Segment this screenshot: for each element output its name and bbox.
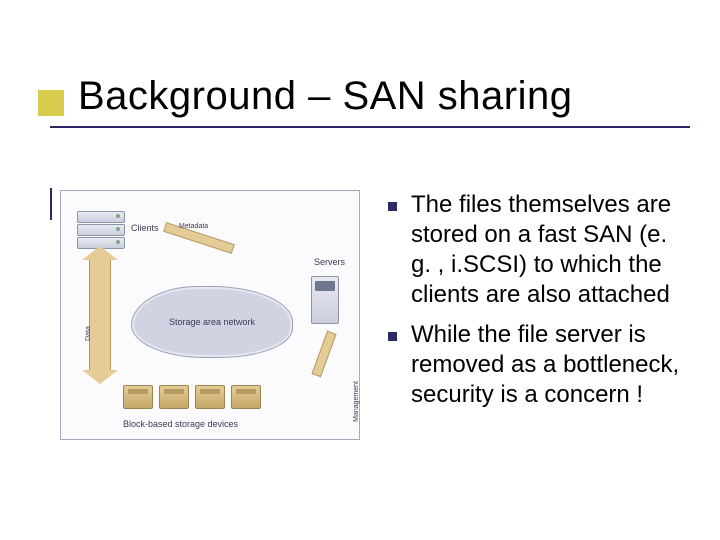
bullet-square-icon: [388, 202, 397, 211]
bullet-square-icon: [388, 332, 397, 341]
bullet-list: The files themselves are stored on a fas…: [360, 190, 680, 510]
server-icon: [311, 276, 339, 324]
bullet-text: While the file server is removed as a bo…: [411, 320, 680, 410]
san-diagram: Clients Data Metadata Storage area netwo…: [60, 190, 360, 440]
data-label: Data: [85, 326, 92, 341]
title-area: Background – SAN sharing: [0, 80, 720, 150]
content-area: Clients Data Metadata Storage area netwo…: [60, 190, 680, 510]
data-arrow-icon: [89, 259, 111, 371]
management-label: Management: [353, 381, 360, 422]
storage-label: Block-based storage devices: [123, 419, 238, 429]
management-arrow-icon: [311, 331, 336, 378]
bullet-item: The files themselves are stored on a fas…: [388, 190, 680, 310]
bullet-item: While the file server is removed as a bo…: [388, 320, 680, 410]
title-tick: [50, 188, 52, 220]
slide-title: Background – SAN sharing: [78, 74, 573, 119]
san-cloud-icon: Storage area network: [131, 286, 293, 358]
accent-square: [38, 90, 64, 116]
title-underline: [50, 126, 690, 128]
bullet-text: The files themselves are stored on a fas…: [411, 190, 680, 310]
clients-label: Clients: [131, 223, 159, 233]
slide: Background – SAN sharing Clients Data Me…: [0, 0, 720, 540]
servers-label: Servers: [314, 257, 345, 267]
client-rack-icon: [77, 211, 125, 223]
storage-box-icon: [231, 385, 261, 409]
cloud-label: Storage area network: [169, 317, 255, 327]
client-rack-icon: [77, 224, 125, 236]
storage-box-icon: [123, 385, 153, 409]
storage-box-icon: [159, 385, 189, 409]
metadata-label: Metadata: [179, 223, 208, 230]
storage-box-icon: [195, 385, 225, 409]
